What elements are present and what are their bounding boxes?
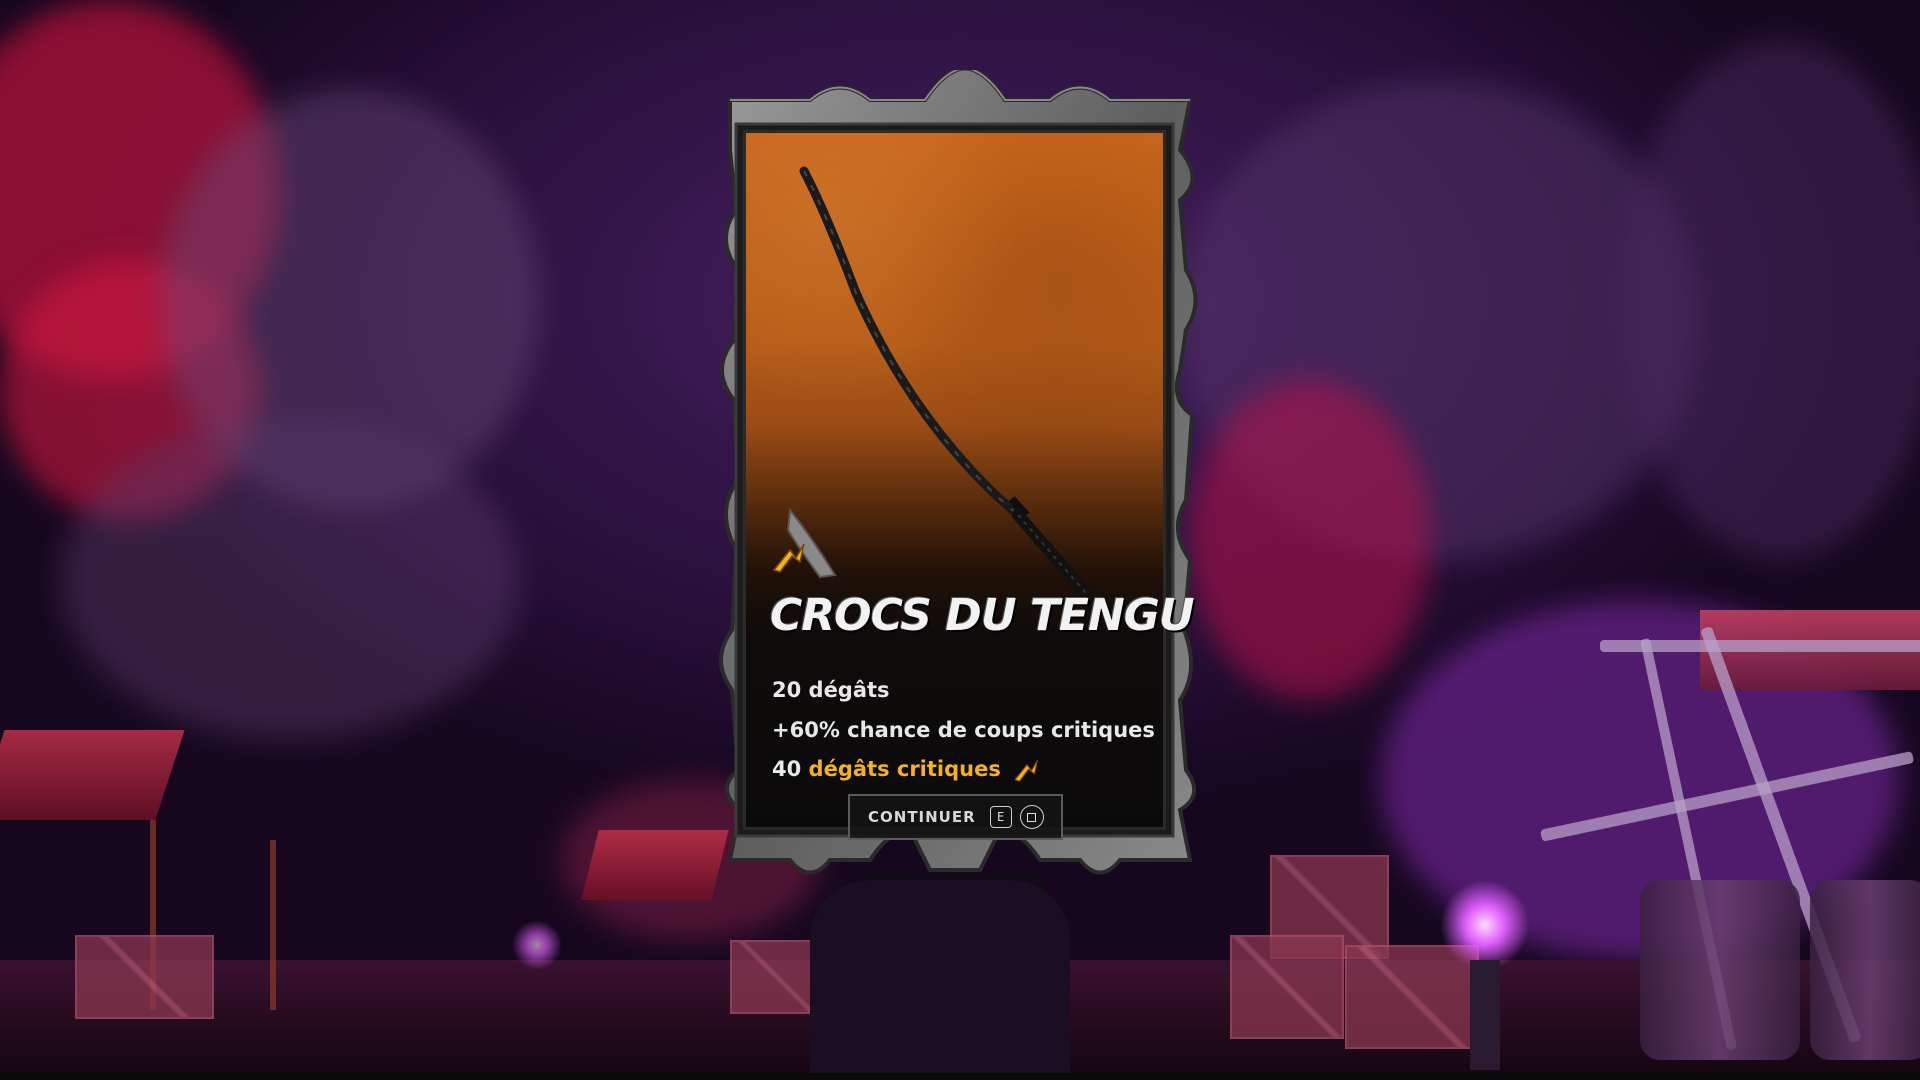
player-hand [810,880,1070,1080]
rarity-chevron-icon [1014,759,1039,782]
stone-lantern [1470,960,1500,1070]
crit-damage-label: dégâts critiques [808,757,1001,781]
rarity-chevron-icon [772,543,805,573]
tree-foliage-far-right [1620,40,1920,560]
bamboo-pole [1600,640,1920,652]
crate [1230,935,1344,1039]
barrel [1810,880,1920,1060]
stat-damage: 20 dégâts [772,678,890,702]
stall-roof-left [0,730,185,820]
tree-foliage-right-red [1190,380,1430,700]
continue-label: CONTINUER [868,808,976,826]
crate [75,935,214,1019]
keyboard-key-hint: E [989,806,1012,828]
weapon-name: CROCS DU TENGU [770,590,1195,641]
continue-button[interactable]: CONTINUER E [848,794,1063,840]
game-scene: CROCS DU TENGU 20 dégâts +60% chance de … [0,0,1920,1080]
barrel [1640,880,1800,1060]
lantern-glow [512,920,562,970]
crit-damage-value: 40 [772,757,802,781]
bottom-letterbox [0,1073,1920,1080]
stat-crit-damage: 40 dégâts critiques [772,757,1042,783]
stat-crit-chance: +60% chance de coups critiques [772,718,1155,742]
stall-post [270,840,276,1010]
square-button-icon [1019,805,1044,829]
tree-foliage-left-low [60,420,520,740]
stone-lantern-glow [1440,880,1530,970]
